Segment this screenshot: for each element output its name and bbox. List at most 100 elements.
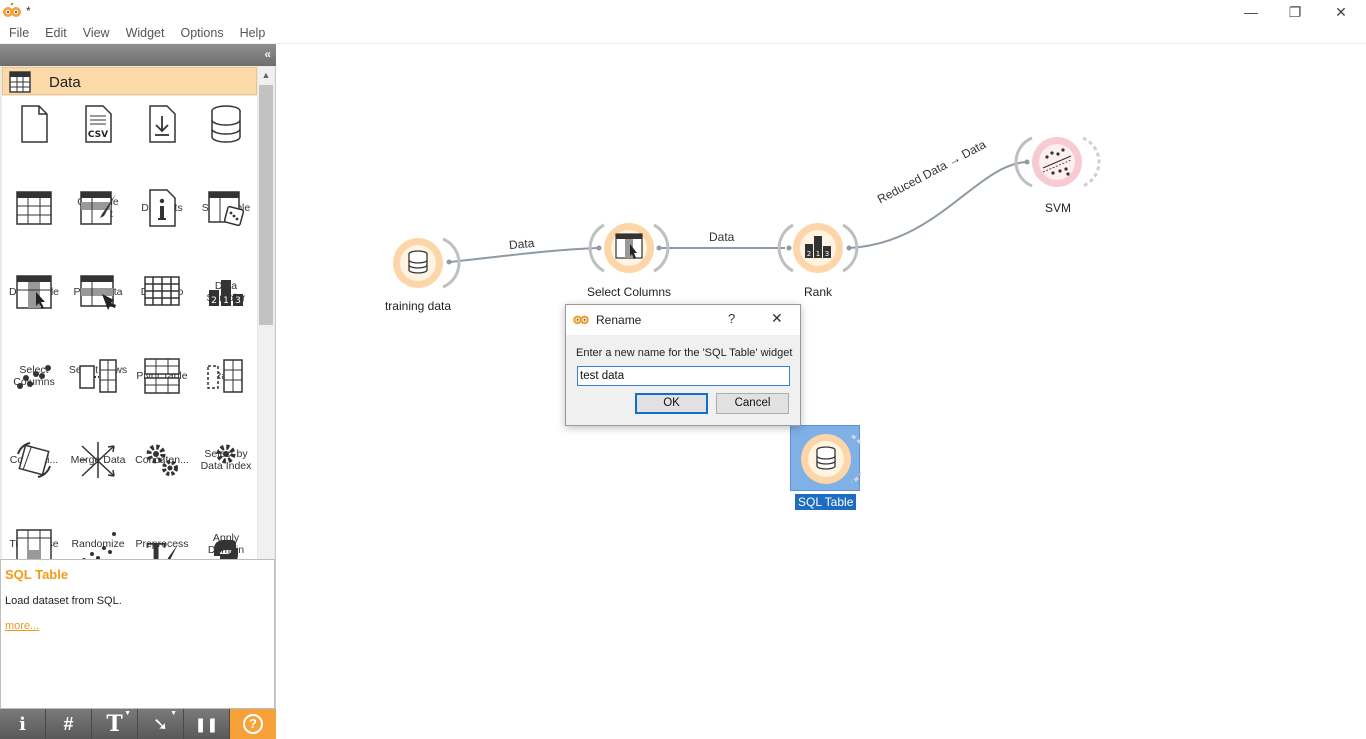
menu-help[interactable]: Help bbox=[234, 24, 272, 43]
menu-options[interactable]: Options bbox=[174, 24, 229, 43]
arrow-icon: ➘ bbox=[152, 713, 169, 734]
ok-button[interactable]: OK bbox=[635, 393, 708, 414]
dialog-help-button[interactable]: ? bbox=[728, 311, 735, 326]
table-icon bbox=[16, 191, 52, 225]
widget-select-columns[interactable]: Select Columns bbox=[2, 264, 66, 388]
node-training-data[interactable] bbox=[393, 237, 461, 289]
rename-dialog: Rename ? ✕ Enter a new name for the 'SQL… bbox=[565, 304, 801, 426]
menu-view[interactable]: View bbox=[77, 24, 116, 43]
concatenate-icon bbox=[144, 358, 180, 394]
arrow-annotation-button[interactable]: ➘ ▼ bbox=[138, 709, 184, 739]
description-title: SQL Table bbox=[5, 567, 69, 582]
orange-logo-icon bbox=[3, 3, 21, 17]
workflow-links: 2 1 3 bbox=[393, 136, 1101, 289]
text-icon: T bbox=[146, 539, 178, 564]
widget-paint-data[interactable]: Paint Data bbox=[66, 180, 130, 298]
gear-icon bbox=[216, 444, 236, 464]
pause-button[interactable]: ❚❚ bbox=[184, 709, 230, 739]
scroll-up-arrow-icon[interactable]: ▲ bbox=[258, 67, 274, 83]
help-button[interactable]: ? bbox=[230, 709, 276, 739]
restore-button[interactable]: ❐ bbox=[1272, 0, 1318, 24]
grid-icon bbox=[16, 529, 52, 563]
workflow-canvas[interactable]: 2 1 3 Data Data Reduced Data → Data trai… bbox=[277, 44, 1366, 739]
text-annotation-button[interactable]: T ▼ bbox=[92, 709, 138, 739]
window-title: * bbox=[26, 4, 31, 18]
description-text: Load dataset from SQL. bbox=[5, 595, 122, 607]
menu-edit[interactable]: Edit bbox=[39, 24, 73, 43]
widget-merge-data[interactable]: Merge Data bbox=[66, 348, 130, 466]
svg-text:1: 1 bbox=[816, 250, 820, 258]
svg-text:1: 1 bbox=[223, 296, 229, 306]
widget-datasets[interactable]: Datasets bbox=[130, 96, 194, 214]
menu-widget[interactable]: Widget bbox=[120, 24, 171, 43]
svg-text:2: 2 bbox=[211, 296, 217, 306]
file-icon bbox=[21, 105, 48, 143]
node-label-sql-table[interactable]: SQL Table bbox=[795, 494, 857, 510]
menu-bar: File Edit View Widget Options Help bbox=[0, 24, 1366, 44]
node-label-training-data: training data bbox=[384, 299, 452, 313]
link-label: Data bbox=[508, 235, 535, 253]
svg-text:3: 3 bbox=[235, 296, 241, 306]
paint-icon bbox=[80, 191, 116, 225]
widget-csv-file-import[interactable]: CSV CSV File Import bbox=[66, 96, 130, 220]
orange-logo-icon bbox=[573, 315, 589, 325]
widget-randomize[interactable]: Randomize bbox=[66, 432, 130, 550]
node-label-svm: SVM bbox=[1044, 201, 1071, 215]
widget-select-by-data-index[interactable]: Select by Data Index bbox=[194, 348, 257, 472]
database-icon bbox=[408, 250, 428, 274]
select-columns-icon bbox=[16, 275, 52, 309]
randomize-icon bbox=[80, 442, 115, 478]
pause-icon: ❚❚ bbox=[194, 715, 219, 732]
category-header-data[interactable]: Data bbox=[2, 67, 257, 95]
toolbox-scrollbar[interactable]: ▲ ▼ bbox=[258, 67, 274, 597]
grid-button[interactable]: # bbox=[46, 709, 92, 739]
cancel-button[interactable]: Cancel bbox=[716, 393, 789, 414]
title-bar: * — ❐ ✕ bbox=[0, 0, 1366, 24]
widget-preprocess[interactable]: Preprocess bbox=[130, 432, 194, 550]
node-label-select-columns: Select Columns bbox=[586, 285, 672, 299]
svg-text:CSV: CSV bbox=[88, 130, 108, 140]
widget-select-rows[interactable]: Select Rows bbox=[66, 264, 130, 376]
table-icon bbox=[9, 71, 31, 93]
transpose-icon bbox=[17, 442, 51, 478]
hash-grid-icon: # bbox=[63, 713, 74, 734]
dialog-title-bar: Rename ? ✕ bbox=[566, 305, 800, 335]
widget-file[interactable]: File bbox=[2, 96, 66, 214]
widget-concatenate[interactable]: Concaten... bbox=[130, 348, 194, 466]
minimize-button[interactable]: — bbox=[1228, 0, 1274, 24]
info-button[interactable]: i bbox=[0, 709, 46, 739]
widget-correlations[interactable]: Correlati... bbox=[2, 348, 66, 466]
widget-data-sampler[interactable]: Data Sampler bbox=[194, 180, 257, 304]
merge-icon bbox=[79, 359, 117, 393]
node-sql-table[interactable] bbox=[791, 426, 861, 492]
widget-data-info[interactable]: Data Info bbox=[130, 180, 194, 298]
widget-data-table[interactable]: Data Table bbox=[2, 180, 66, 298]
node-svm[interactable] bbox=[1014, 136, 1101, 188]
svg-text:3: 3 bbox=[825, 250, 829, 258]
info-icon: i bbox=[19, 713, 26, 735]
select-columns-icon bbox=[615, 233, 643, 259]
scroll-thumb[interactable] bbox=[259, 85, 273, 325]
datasets-icon bbox=[149, 105, 176, 143]
widget-transpose[interactable]: Transpose bbox=[2, 432, 66, 550]
node-select-columns[interactable] bbox=[588, 223, 670, 273]
widget-sql-table[interactable]: SQL Table bbox=[194, 96, 257, 214]
bottom-toolbar: i # T ▼ ➘ ▼ ❚❚ ? bbox=[0, 709, 276, 739]
pivot-icon bbox=[144, 276, 180, 306]
menu-file[interactable]: File bbox=[3, 24, 35, 43]
select-index-icon bbox=[207, 359, 243, 393]
text-icon: T bbox=[106, 711, 123, 737]
node-sql-table-selection[interactable] bbox=[790, 425, 861, 492]
description-more-link[interactable]: more... bbox=[5, 620, 39, 632]
node-rank[interactable]: 2 1 3 bbox=[777, 223, 859, 273]
sampler-icon bbox=[208, 191, 245, 227]
rank-icon: 213 bbox=[209, 280, 243, 306]
widget-apply-domain[interactable]: Apply Domain bbox=[194, 432, 257, 556]
svg-text:2: 2 bbox=[807, 250, 811, 258]
widget-pivot-table[interactable]: Pivot Table bbox=[130, 264, 194, 382]
dialog-close-button[interactable]: ✕ bbox=[771, 310, 783, 327]
rename-input[interactable] bbox=[577, 366, 790, 386]
close-window-button[interactable]: ✕ bbox=[1318, 0, 1364, 24]
widget-rank[interactable]: 213 Rank bbox=[194, 264, 257, 382]
collapse-toolbox-button[interactable]: « bbox=[264, 47, 271, 61]
